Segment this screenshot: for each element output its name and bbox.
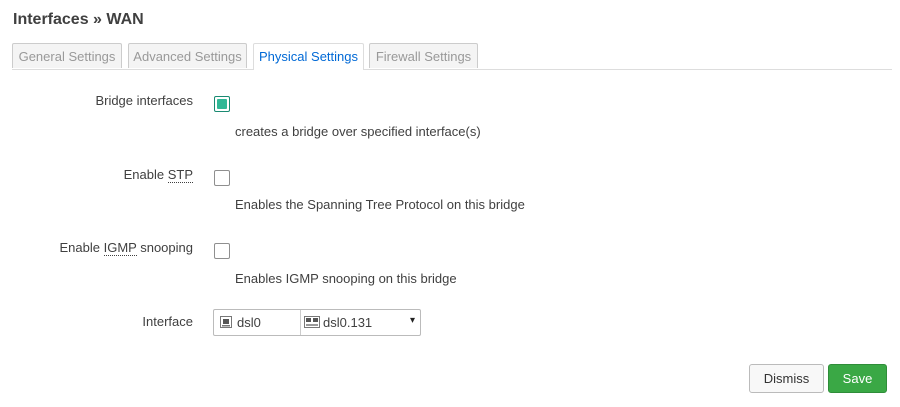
tab-general-settings[interactable]: General Settings: [12, 43, 122, 68]
enable-igmp-description: Enables IGMP snooping on this bridge: [235, 271, 457, 286]
tab-firewall-settings[interactable]: Firewall Settings: [369, 43, 478, 68]
bridge-interfaces-description: creates a bridge over specified interfac…: [235, 124, 481, 139]
enable-igmp-label-suffix: snooping: [136, 240, 193, 255]
enable-igmp-label: Enable IGMP snooping: [59, 240, 193, 256]
page-title: Interfaces » WAN: [13, 11, 144, 28]
enable-igmp-checkbox[interactable]: [214, 243, 230, 259]
tab-advanced-settings[interactable]: Advanced Settings: [128, 43, 247, 68]
enable-stp-label-prefix: Enable: [123, 167, 168, 182]
enable-stp-description: Enables the Spanning Tree Protocol on th…: [235, 197, 525, 212]
bridge-interfaces-label: Bridge interfaces: [95, 93, 193, 108]
interface-item-dsl0-131-label: dsl0.131: [323, 315, 373, 330]
tab-physical-settings[interactable]: Physical Settings: [253, 43, 364, 70]
bridge-interfaces-checkbox[interactable]: [214, 96, 230, 112]
igmp-abbr: IGMP: [103, 240, 137, 256]
dismiss-button[interactable]: Dismiss: [749, 364, 824, 393]
vlan-port-icon: [304, 316, 320, 328]
chevron-down-icon: ▾: [409, 315, 415, 326]
interface-dropdown[interactable]: dsl0 dsl0.131 ▾: [213, 309, 421, 336]
interface-label: Interface: [142, 314, 193, 329]
interface-item-dsl0: dsl0: [214, 310, 301, 335]
ethernet-port-icon: [220, 316, 232, 328]
enable-stp-checkbox[interactable]: [214, 170, 230, 186]
enable-igmp-label-prefix: Enable: [59, 240, 104, 255]
save-button[interactable]: Save: [828, 364, 887, 393]
enable-stp-label: Enable STP: [123, 167, 193, 183]
interface-item-dsl0-label: dsl0: [237, 315, 261, 330]
stp-abbr: STP: [167, 167, 193, 183]
tab-bar: General Settings Advanced Settings Physi…: [12, 43, 892, 70]
interface-item-dsl0-131: dsl0.131 ▾: [301, 310, 420, 335]
